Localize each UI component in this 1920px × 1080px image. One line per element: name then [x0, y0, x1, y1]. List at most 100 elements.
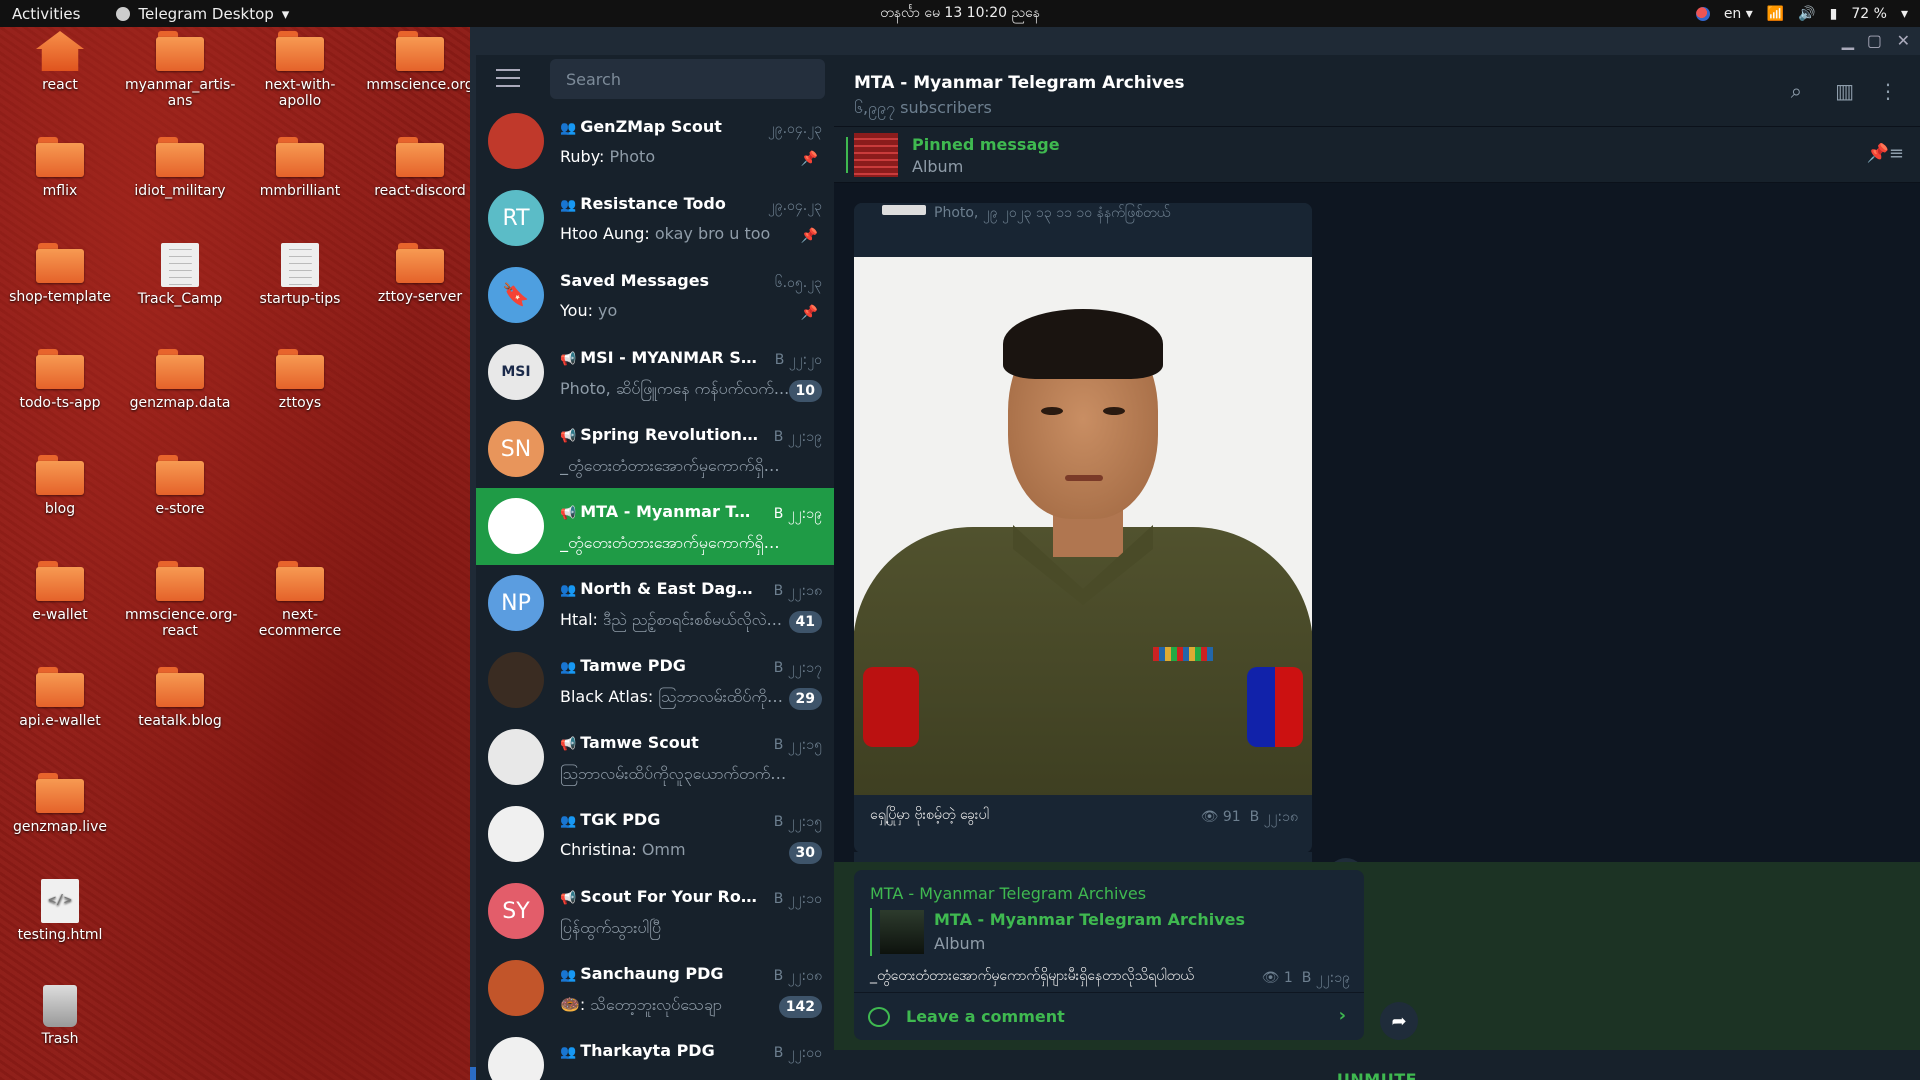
- desktop-icon[interactable]: mmscience.org: [365, 31, 475, 93]
- view-count: 1: [1283, 970, 1293, 986]
- chat-list-item[interactable]: 👥 GenZMap Scout ၂၉.၀၄.၂၃ Ruby: Photo 📌: [476, 103, 834, 180]
- desktop-icon[interactable]: react: [5, 31, 115, 93]
- folder-icon: [276, 137, 324, 177]
- desktop-icon[interactable]: idiot_military: [125, 137, 235, 199]
- message-image[interactable]: [854, 257, 1312, 795]
- unread-badge: 142: [778, 996, 822, 1018]
- desktop-icon[interactable]: mmscience.org-react: [125, 561, 237, 639]
- desktop-icon[interactable]: api.e-wallet: [5, 667, 115, 729]
- search-icon[interactable]: ⌕: [1791, 79, 1802, 103]
- pinned-title: Pinned message: [912, 135, 1060, 154]
- telegram-window: ▁ ▢ ✕ Search 👥 GenZMap Scout ၂၉.၀၄.၂၃ Ruby:…: [470, 27, 1920, 1080]
- activities-button[interactable]: Activities: [12, 5, 80, 23]
- desktop-icon[interactable]: next-with-apollo: [245, 31, 355, 109]
- desktop-icon[interactable]: genzmap.live: [5, 773, 115, 835]
- desktop-icon[interactable]: genzmap.data: [125, 349, 235, 411]
- wifi-icon[interactable]: 📶: [1767, 6, 1784, 22]
- desktop-icon[interactable]: next-ecommerce: [245, 561, 355, 639]
- desktop-icon[interactable]: </> testing.html: [5, 879, 115, 943]
- chat-list-item[interactable]: 📢 Tamwe Scout B ၂၂:၁၅ ဩဘာလမ်းထိပ်ကိုလူ၃ယောက…: [476, 719, 834, 796]
- conversation-header[interactable]: MTA - Myanmar Telegram Archives ၆,၉၉၇ su…: [834, 55, 1920, 127]
- preview-sender: Htoo Aung:: [560, 224, 650, 243]
- chevron-down-icon: ▾: [281, 4, 290, 23]
- chat-list-item[interactable]: NP 👥North & East Dagon ... B ၂၂:၁၈ Htal: ဒီ…: [476, 565, 834, 642]
- leave-comment-button[interactable]: Leave a comment ›: [854, 993, 1364, 1040]
- preview-sender: You:: [560, 301, 593, 320]
- desktop-icon[interactable]: zttoys: [245, 349, 355, 411]
- unmute-button[interactable]: UNMUTE: [1337, 1070, 1417, 1080]
- reply-thumbnail: [880, 910, 924, 954]
- system-tray[interactable]: en ▾ 📶 🔊 ▮ 72 % ▾: [1695, 6, 1908, 22]
- hamburger-menu-icon[interactable]: [496, 69, 520, 87]
- desktop-icon-label: react-discord: [374, 183, 466, 199]
- desktop-icon-label: zttoys: [278, 395, 322, 411]
- folder-icon: [36, 349, 84, 389]
- desktop-icon[interactable]: zttoy-server: [365, 243, 475, 305]
- desktop-icon[interactable]: mmbrilliant: [245, 137, 355, 199]
- chat-list-item[interactable]: SN 📢Spring Revolution Tr... B ၂၂:၁၉ _တွံတေး…: [476, 411, 834, 488]
- desktop-icon[interactable]: shop-template: [5, 243, 115, 305]
- top-bar: Activities Telegram Desktop ▾ တနင်္လာ မေ…: [0, 0, 1920, 27]
- desktop-icon[interactable]: todo-ts-app: [5, 349, 115, 411]
- chat-list-item[interactable]: SY 📢Scout For Your Route... B ၂၂:၁၀ပြန်ထွက…: [476, 873, 834, 950]
- desktop-icon-label: idiot_military: [134, 183, 226, 199]
- channel-title[interactable]: MTA - Myanmar Telegram Archives: [854, 73, 1184, 93]
- desktop-icon[interactable]: react-discord: [365, 137, 475, 199]
- avatar: [488, 113, 544, 169]
- chat-name: 📢MSI - MYANMAR SEC...: [560, 348, 760, 367]
- folder-icon: [276, 349, 324, 389]
- sidebar-toggle-icon[interactable]: ▥: [1835, 79, 1854, 103]
- title-bar[interactable]: ▁ ▢ ✕: [470, 27, 1920, 55]
- minimize-icon[interactable]: ▁: [1842, 31, 1854, 50]
- language-indicator[interactable]: en ▾: [1724, 6, 1753, 22]
- chat-list-item[interactable]: 👥 Sanchaung PDG B ၂၂:၀၈ 🍩: သိတော့ဘူးလုပ်သေခ…: [476, 950, 834, 1027]
- chat-list-item[interactable]: MSI 📢MSI - MYANMAR SEC... B ၂၂:၂၀ Photo, ဆိ…: [476, 334, 834, 411]
- desktop-icon[interactable]: startup-tips: [245, 243, 355, 307]
- app-menu[interactable]: Telegram Desktop ▾: [116, 5, 289, 23]
- message-forwarded[interactable]: MTA - Myanmar Telegram Archives MTA - My…: [854, 870, 1364, 1040]
- desktop-icon-label: e-wallet: [32, 607, 88, 623]
- unmute-bar[interactable]: UNMUTE: [834, 1050, 1920, 1080]
- message-photo[interactable]: Photo, ၂၉ ၂၀၂၃ ၁၃ ၁၁ ၁၀ နံနက်ဖြစ်တယ် ရှေ…: [854, 203, 1312, 853]
- chat-list-item[interactable]: RT 👥 Resistance Todo ၂၉.၀၄.၂၃ Htoo Aung: oka…: [476, 180, 834, 257]
- chat-list-item[interactable]: 👥 TGK PDG B ၂၂:၁၅ Christina: Omm 30: [476, 796, 834, 873]
- maximize-icon[interactable]: ▢: [1867, 31, 1882, 50]
- desktop-icon[interactable]: myanmar_artis-ans: [125, 31, 235, 109]
- chrome-icon[interactable]: [1695, 6, 1710, 21]
- message-author[interactable]: MTA - Myanmar Telegram Archives: [870, 884, 1146, 903]
- chat-name: 👥 Tharkayta PDG: [560, 1041, 715, 1060]
- chat-preview: Photo, ဆိပ်ဖြူကနေ ကန်ပက်လက်...: [560, 379, 790, 398]
- battery-icon[interactable]: ▮: [1830, 6, 1838, 22]
- pinned-list-icon[interactable]: 📌≡: [1867, 143, 1905, 164]
- more-icon[interactable]: ⋮: [1878, 79, 1898, 103]
- chat-list-panel: Search 👥 GenZMap Scout ၂၉.၀၄.၂၃ Ruby: Photo…: [476, 55, 834, 1080]
- pinned-message-bar[interactable]: Pinned message Album 📌≡: [834, 127, 1920, 183]
- desktop-icon[interactable]: blog: [5, 455, 115, 517]
- chat-list-item[interactable]: 🔖 Saved Messages ၆.၀၅.၂၃ You: yo 📌: [476, 257, 834, 334]
- folder-icon: [156, 31, 204, 71]
- reply-author: MTA - Myanmar Telegram Archives: [934, 910, 1246, 929]
- desktop-icon[interactable]: Trash: [5, 985, 115, 1047]
- reply-preview[interactable]: MTA - Myanmar Telegram Archives Album: [870, 908, 1310, 956]
- desktop-icon[interactable]: e-wallet: [5, 561, 115, 623]
- close-icon[interactable]: ✕: [1897, 31, 1910, 50]
- desktop-icon[interactable]: Track_Camp: [125, 243, 235, 307]
- message-caption: ရှေ့ပြိုမှာ ဗိုးစမ့်တဲ့ ခွေးပါ: [870, 807, 989, 823]
- desktop-icon[interactable]: teatalk.blog: [125, 667, 235, 729]
- desktop-icon[interactable]: e-store: [125, 455, 235, 517]
- selected-message-row: MTA - Myanmar Telegram Archives MTA - My…: [834, 862, 1920, 1052]
- shoulder-patch: [863, 667, 919, 747]
- group-icon: 👥: [560, 660, 577, 675]
- chat-list-item[interactable]: 👥 Tamwe PDG B ၂၂:၁၇ Black Atlas: ဩဘာလမ်းထိပ…: [476, 642, 834, 719]
- desktop-icon[interactable]: mflix: [5, 137, 115, 199]
- search-input[interactable]: Search: [550, 59, 825, 99]
- clock[interactable]: တနင်္လာ မေ 13 10:20 ညနေ: [880, 3, 1040, 24]
- chat-list-item[interactable]: 👥 Tharkayta PDG B ၂၂:၀၀: [476, 1027, 834, 1080]
- volume-icon[interactable]: 🔊: [1798, 6, 1815, 22]
- unread-badge: 30: [788, 842, 822, 864]
- chevron-down-icon[interactable]: ▾: [1901, 6, 1908, 22]
- chat-list-item[interactable]: 📢 MTA - Myanmar Tele... B ၂၂:၁၉ _တွံတေးတံတာ…: [476, 488, 834, 565]
- desktop: react myanmar_artis-ans next-with-apollo mm…: [0, 27, 474, 1080]
- share-button[interactable]: ➦: [1380, 1002, 1418, 1040]
- chat-date: B ၂၂:၀၈: [773, 968, 822, 984]
